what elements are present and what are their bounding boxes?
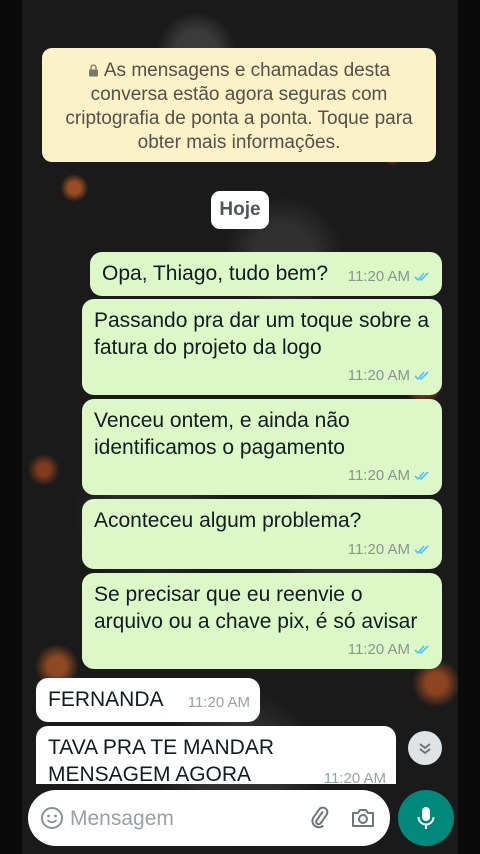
message-bubble-incoming[interactable]: TAVA PRA TE MANDAR MENSAGEM AGORA 11:20 … xyxy=(36,726,396,784)
message-time: 11:20 AM xyxy=(347,641,410,658)
message-composer xyxy=(28,790,390,846)
message-meta: 11:20 AM xyxy=(324,765,386,784)
encryption-notice[interactable]: As mensagens e chamadas desta conversa e… xyxy=(42,48,436,162)
message-time: 11:20 AM xyxy=(187,694,250,711)
camera-icon[interactable] xyxy=(350,806,376,830)
double-check-icon xyxy=(414,645,429,655)
message-meta: 11:20 AM xyxy=(348,362,432,389)
message-meta: 11:20 AM xyxy=(348,636,432,663)
message-text: TAVA PRA TE MANDAR MENSAGEM AGORA xyxy=(48,736,274,784)
double-check-icon xyxy=(414,371,429,381)
message-bubble-incoming[interactable]: FERNANDA 11:20 AM xyxy=(36,678,260,722)
message-meta: 11:20 AM xyxy=(188,689,250,716)
message-text: Passando pra dar um toque sobre a fatura… xyxy=(94,309,430,359)
message-time: 11:20 AM xyxy=(347,268,410,285)
message-time: 11:20 AM xyxy=(347,541,410,558)
lock-icon xyxy=(88,64,98,77)
scroll-to-bottom-button[interactable] xyxy=(408,731,442,765)
chevron-down-icon xyxy=(419,743,431,755)
message-time: 11:20 AM xyxy=(347,367,410,384)
message-bubble-outgoing[interactable]: Se precisar que eu reenvie o arquivo ou … xyxy=(82,573,442,669)
right-border xyxy=(458,0,480,854)
emoji-icon[interactable] xyxy=(40,806,64,830)
message-text: Venceu ontem, e ainda não identificamos … xyxy=(94,409,350,459)
voice-record-button[interactable] xyxy=(398,790,454,846)
message-bubble-outgoing[interactable]: Venceu ontem, e ainda não identificamos … xyxy=(82,399,442,495)
double-check-icon xyxy=(414,545,429,555)
double-check-icon xyxy=(414,471,429,481)
message-time: 11:20 AM xyxy=(323,770,386,784)
message-bubble-outgoing[interactable]: Aconteceu algum problema? 11:20 AM xyxy=(82,499,442,569)
message-time: 11:20 AM xyxy=(347,467,410,484)
message-input[interactable] xyxy=(70,803,290,835)
message-text: Opa, Thiago, tudo bem? xyxy=(102,262,329,285)
message-bubble-outgoing[interactable]: Opa, Thiago, tudo bem? 11:20 AM xyxy=(90,252,442,296)
date-label: Hoje xyxy=(219,199,261,220)
message-meta: 11:20 AM xyxy=(348,263,432,290)
mic-icon xyxy=(417,807,435,829)
left-border xyxy=(0,0,22,854)
message-meta: 11:20 AM xyxy=(348,462,432,489)
encryption-notice-text: As mensagens e chamadas desta conversa e… xyxy=(65,60,413,153)
message-text: FERNANDA xyxy=(48,688,164,711)
double-check-icon xyxy=(414,272,429,282)
message-text: Aconteceu algum problema? xyxy=(94,509,362,532)
date-separator: Hoje xyxy=(211,191,269,229)
attach-icon[interactable] xyxy=(308,806,332,830)
message-bubble-outgoing[interactable]: Passando pra dar um toque sobre a fatura… xyxy=(82,299,442,395)
message-meta: 11:20 AM xyxy=(348,536,432,563)
message-text: Se precisar que eu reenvie o arquivo ou … xyxy=(94,583,418,633)
